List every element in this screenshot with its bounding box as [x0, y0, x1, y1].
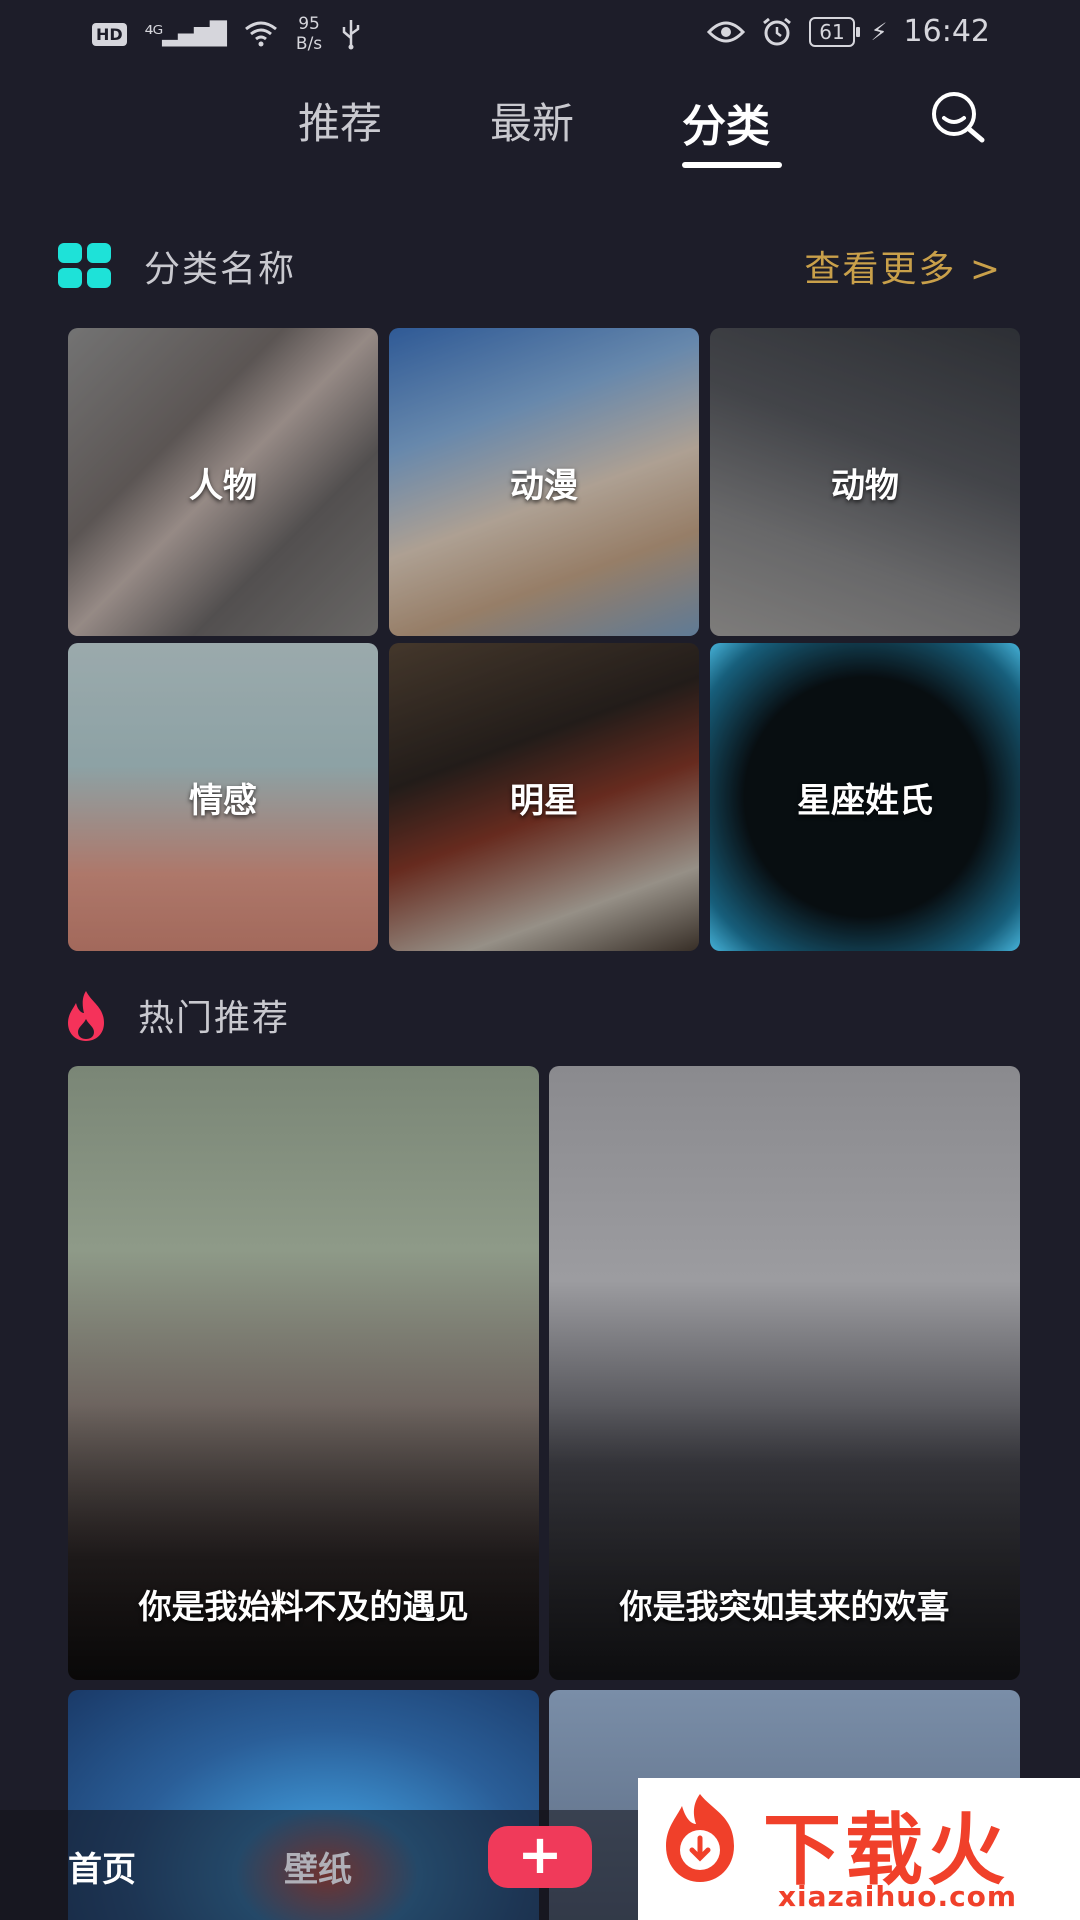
- add-button[interactable]: +: [488, 1826, 592, 1888]
- hot-card-man[interactable]: 你是我突如其来的欢喜: [549, 1066, 1020, 1680]
- category-card-star[interactable]: 明星: [389, 643, 699, 951]
- category-card-zodiac[interactable]: 星座姓氏: [710, 643, 1020, 951]
- charging-icon: ⚡: [870, 17, 888, 46]
- clock: 16:42: [903, 14, 990, 49]
- hot-section-title: 热门推荐: [138, 998, 291, 1039]
- battery-indicator: 61: [809, 16, 861, 47]
- hot-section-header: 热门推荐: [58, 985, 1020, 1045]
- category-grid: 人物 动漫 动物 情感 明星 星座姓氏: [68, 328, 1020, 951]
- usb-icon: [342, 20, 360, 50]
- grid-icon: [58, 243, 114, 289]
- status-right: 61 ⚡ 16:42: [707, 14, 990, 49]
- top-tabs: 推荐 最新 分类: [0, 90, 1080, 170]
- hd-icon: HD: [92, 22, 127, 46]
- category-card-animal[interactable]: 动物: [710, 328, 1020, 636]
- tab-recommend[interactable]: 推荐: [298, 90, 382, 151]
- status-bar: HD ⁴ᴳ▂▄▆█ 95 B/s 61 ⚡ 16:42: [0, 0, 1080, 70]
- fire-icon: [68, 991, 104, 1041]
- category-label: 星座姓氏: [797, 780, 933, 821]
- tab-latest[interactable]: 最新: [490, 90, 574, 151]
- view-more-link[interactable]: 查看更多 >: [804, 240, 1002, 292]
- category-card-person[interactable]: 人物: [68, 328, 378, 636]
- watermark: 下载火 xiazaihuo.com: [638, 1778, 1080, 1920]
- signal-icon: ⁴ᴳ▂▄▆█: [144, 21, 227, 47]
- category-card-emotion[interactable]: 情感: [68, 643, 378, 951]
- category-label: 动漫: [510, 465, 578, 506]
- hot-grid: 你是我始料不及的遇见 你是我突如其来的欢喜: [68, 1066, 1020, 1680]
- hot-card-caption: 你是我始料不及的遇见: [138, 1587, 469, 1626]
- category-label: 动物: [831, 465, 899, 506]
- category-section-title: 分类名称: [144, 249, 297, 290]
- category-label: 人物: [189, 465, 257, 506]
- status-left: HD ⁴ᴳ▂▄▆█ 95 B/s: [92, 14, 362, 54]
- nav-wallpaper[interactable]: 壁纸: [284, 1842, 352, 1891]
- category-label: 明星: [510, 780, 578, 821]
- category-label: 情感: [189, 780, 257, 821]
- category-section-header: 分类名称 查看更多 >: [58, 236, 1020, 296]
- search-icon[interactable]: [926, 86, 990, 150]
- nav-home[interactable]: 首页: [68, 1842, 136, 1891]
- hot-card-girl[interactable]: 你是我始料不及的遇见: [68, 1066, 539, 1680]
- watermark-url: xiazaihuo.com: [778, 1880, 1018, 1913]
- network-type: ⁴ᴳ: [144, 21, 164, 47]
- alarm-icon: [763, 17, 792, 45]
- wifi-icon: [244, 21, 277, 47]
- category-card-anime[interactable]: 动漫: [389, 328, 699, 636]
- net-speed: 95 B/s: [295, 14, 323, 54]
- eye-icon: [707, 21, 746, 42]
- tab-category[interactable]: 分类: [682, 90, 770, 154]
- tab-active-indicator: [682, 162, 782, 168]
- watermark-logo-icon: [666, 1794, 734, 1882]
- hot-card-caption: 你是我突如其来的欢喜: [619, 1587, 950, 1626]
